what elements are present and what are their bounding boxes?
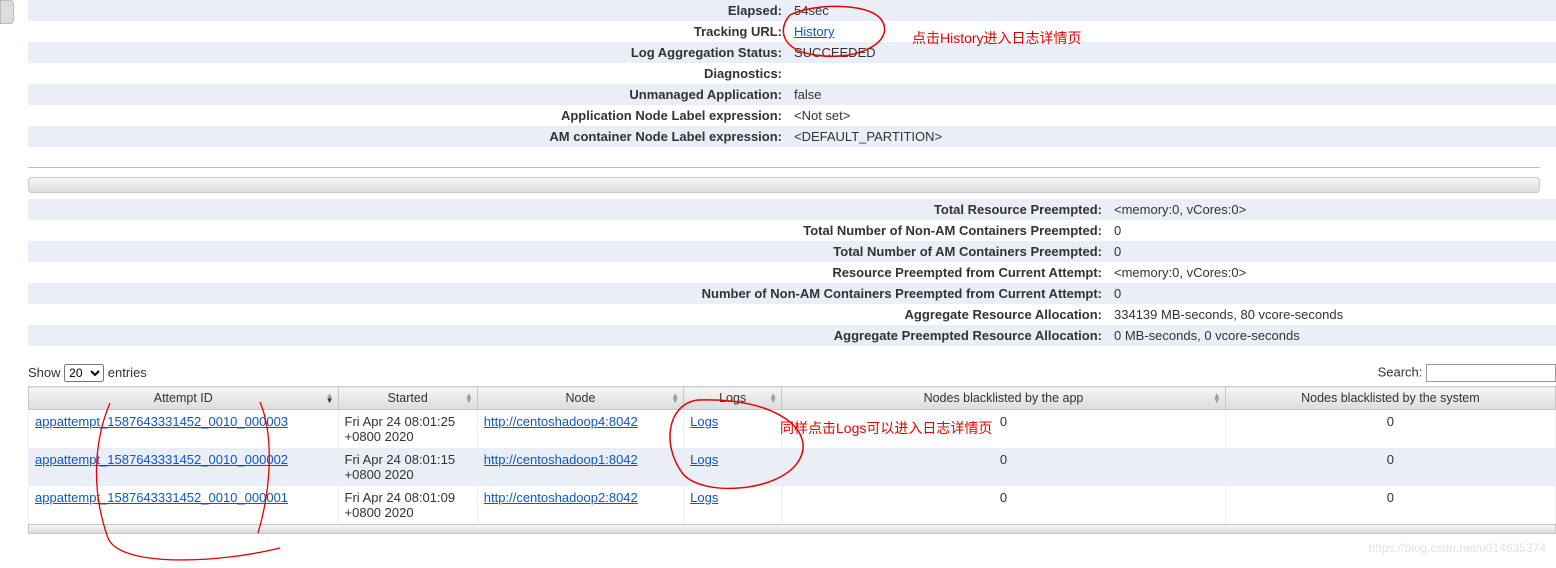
info-value: 54sec — [788, 0, 1556, 21]
preempt-value: 0 — [1108, 283, 1556, 304]
preemption-info-table: Total Resource Preempted:<memory:0, vCor… — [28, 199, 1556, 346]
preempt-value: 0 — [1108, 241, 1556, 262]
info-label: Unmanaged Application: — [28, 84, 788, 105]
preempt-value: <memory:0, vCores:0> — [1108, 262, 1556, 283]
tracking-url-link[interactable]: History — [794, 24, 834, 39]
col-blacklist-app[interactable]: Nodes blacklisted by the app ▲▼ — [782, 387, 1226, 410]
section-divider-bar — [28, 177, 1540, 193]
attempt-blacklist-app: 0 — [782, 486, 1226, 524]
preempt-label: Aggregate Preempted Resource Allocation: — [28, 325, 1108, 346]
attempt-blacklist-system: 0 — [1225, 410, 1555, 449]
sort-icon: ▲▼ — [769, 393, 777, 403]
attempt-started: Fri Apr 24 08:01:25 +0800 2020 — [338, 410, 477, 449]
attempt-id-link[interactable]: appattempt_1587643331452_0010_000001 — [35, 490, 288, 505]
table-footer-bar — [28, 524, 1556, 534]
sort-icon: ▲▼ — [326, 393, 334, 403]
preempt-label: Resource Preempted from Current Attempt: — [28, 262, 1108, 283]
info-value: false — [788, 84, 1556, 105]
preempt-label: Number of Non-AM Containers Preempted fr… — [28, 283, 1108, 304]
attempt-logs-link[interactable]: Logs — [690, 452, 718, 467]
preempt-label: Total Number of AM Containers Preempted: — [28, 241, 1108, 262]
sort-icon: ▲▼ — [1213, 393, 1221, 403]
preempt-value: 0 MB-seconds, 0 vcore-seconds — [1108, 325, 1556, 346]
info-value: <DEFAULT_PARTITION> — [788, 126, 1556, 147]
col-attempt-id[interactable]: Attempt ID ▲▼ — [29, 387, 339, 410]
attempt-blacklist-system: 0 — [1225, 448, 1555, 486]
info-label: Application Node Label expression: — [28, 105, 788, 126]
preempt-label: Total Number of Non-AM Containers Preemp… — [28, 220, 1108, 241]
preempt-label: Total Resource Preempted: — [28, 199, 1108, 220]
info-value: History — [788, 21, 1556, 42]
col-started[interactable]: Started ▲▼ — [338, 387, 477, 410]
attempt-logs-link[interactable]: Logs — [690, 414, 718, 429]
attempt-id-link[interactable]: appattempt_1587643331452_0010_000002 — [35, 452, 288, 467]
info-label: Tracking URL: — [28, 21, 788, 42]
info-value: SUCCEEDED — [788, 42, 1556, 63]
table-row: appattempt_1587643331452_0010_000003 Fri … — [29, 410, 1556, 449]
attempt-node-link[interactable]: http://centoshadoop1:8042 — [484, 452, 638, 467]
preempt-value: <memory:0, vCores:0> — [1108, 199, 1556, 220]
info-label: AM container Node Label expression: — [28, 126, 788, 147]
info-label: Log Aggregation Status: — [28, 42, 788, 63]
preempt-label: Aggregate Resource Allocation: — [28, 304, 1108, 325]
col-blacklist-system[interactable]: Nodes blacklisted by the system — [1225, 387, 1555, 410]
attempt-logs-link[interactable]: Logs — [690, 490, 718, 505]
col-node[interactable]: Node ▲▼ — [477, 387, 683, 410]
app-info-table: Elapsed:54secTracking URL: History Log Agg… — [28, 0, 1556, 147]
attempt-blacklist-app: 0 — [782, 448, 1226, 486]
search-label: Search: — [1378, 364, 1423, 379]
preempt-value: 334139 MB-seconds, 80 vcore-seconds — [1108, 304, 1556, 325]
table-controls: Show 20 entries Search: — [28, 360, 1556, 386]
table-row: appattempt_1587643331452_0010_000001 Fri … — [29, 486, 1556, 524]
attempt-id-link[interactable]: appattempt_1587643331452_0010_000003 — [35, 414, 288, 429]
preempt-value: 0 — [1108, 220, 1556, 241]
attempts-table: Attempt ID ▲▼ Started ▲▼ Node ▲▼ Logs ▲▼… — [28, 386, 1556, 524]
page-size-select[interactable]: 20 — [64, 364, 104, 382]
table-row: appattempt_1587643331452_0010_000002 Fri … — [29, 448, 1556, 486]
sort-icon: ▲▼ — [671, 393, 679, 403]
attempt-blacklist-system: 0 — [1225, 486, 1555, 524]
info-value: <Not set> — [788, 105, 1556, 126]
attempt-node-link[interactable]: http://centoshadoop4:8042 — [484, 414, 638, 429]
show-label: Show — [28, 365, 61, 380]
col-logs[interactable]: Logs ▲▼ — [684, 387, 782, 410]
attempt-blacklist-app: 0 — [782, 410, 1226, 449]
watermark-text: https://blog.csdn.net/u014635374 — [1369, 541, 1546, 555]
left-gutter-handle — [0, 0, 14, 24]
info-label: Diagnostics: — [28, 63, 788, 84]
attempt-started: Fri Apr 24 08:01:15 +0800 2020 — [338, 448, 477, 486]
entries-label: entries — [108, 365, 147, 380]
sort-icon: ▲▼ — [465, 393, 473, 403]
attempt-node-link[interactable]: http://centoshadoop2:8042 — [484, 490, 638, 505]
info-label: Elapsed: — [28, 0, 788, 21]
info-value — [788, 63, 1556, 84]
search-input[interactable] — [1426, 364, 1556, 382]
attempt-started: Fri Apr 24 08:01:09 +0800 2020 — [338, 486, 477, 524]
